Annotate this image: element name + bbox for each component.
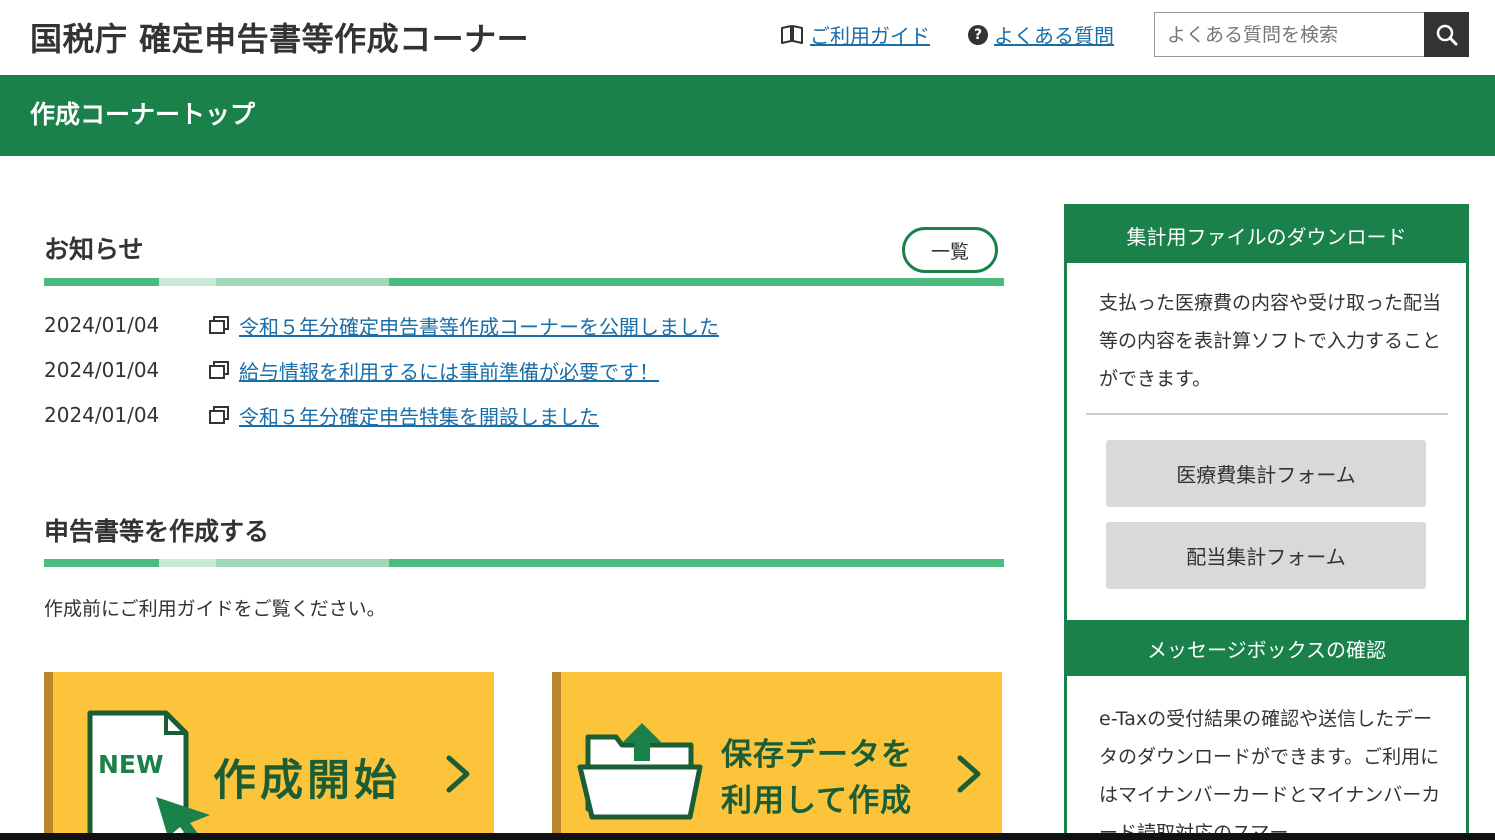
news-list-button[interactable]: 一覧 [902, 227, 998, 273]
site-header: 国税庁 確定申告書等作成コーナー ご利用ガイド ? よくある質問 [0, 0, 1495, 75]
dividend-form-button[interactable]: 配当集計フォーム [1106, 522, 1426, 589]
new-window-icon [209, 361, 229, 379]
news-section-divider [44, 278, 1004, 286]
news-link[interactable]: 給与情報を利用するには事前準備が必要です！ [239, 356, 659, 385]
sidebar-panel: 集計用ファイルのダウンロード 支払った医療費の内容や受け取った配当等の内容を表計… [1064, 204, 1469, 840]
create-section-title: 申告書等を作成する [44, 517, 270, 546]
guide-link-label[interactable]: ご利用ガイド [810, 20, 930, 49]
messagebox-description: e-Taxの受付結果の確認や送信したデータのダウンロードができます。ご利用にはマ… [1099, 708, 1441, 840]
news-item: 2024/01/04 令和５年分確定申告特集を開設しました [44, 400, 599, 430]
search-button[interactable] [1424, 12, 1469, 57]
panel-divider [1086, 413, 1448, 415]
search-icon [1436, 24, 1457, 45]
chevron-right-icon [446, 755, 470, 793]
bottom-edge [0, 833, 1495, 840]
chevron-right-icon [957, 755, 981, 793]
create-section-divider [44, 559, 1004, 567]
messagebox-panel-title: メッセージボックスの確認 [1067, 620, 1466, 676]
news-section-title: お知らせ [44, 235, 144, 264]
start-new-button[interactable]: NEW 作成開始 [44, 672, 494, 840]
faq-link-label[interactable]: よくある質問 [994, 20, 1114, 49]
news-date: 2024/01/04 [44, 358, 160, 382]
use-saved-data-line1: 保存データを [721, 737, 913, 773]
new-document-icon: NEW [87, 710, 210, 840]
guide-link[interactable]: ご利用ガイド [780, 20, 930, 49]
news-item: 2024/01/04 給与情報を利用するには事前準備が必要です！ [44, 355, 659, 385]
faq-link[interactable]: ? よくある質問 [968, 20, 1114, 49]
download-description: 支払った医療費の内容や受け取った配当等の内容を表計算ソフトで入力することができま… [1099, 292, 1442, 390]
medical-expense-form-button[interactable]: 医療費集計フォーム [1106, 440, 1426, 507]
new-badge-text: NEW [98, 750, 164, 779]
create-guide-text: 作成前にご利用ガイドをご覧ください。 [44, 598, 386, 620]
use-saved-data-line2: 利用して作成 [721, 783, 913, 819]
folder-upload-icon [577, 723, 703, 820]
news-item: 2024/01/04 令和５年分確定申告書等作成コーナーを公開しました [44, 310, 719, 340]
page-heading-bar: 作成コーナートップ [0, 75, 1495, 156]
new-window-icon [209, 316, 229, 334]
search-box [1154, 12, 1469, 57]
book-icon [781, 24, 803, 44]
start-new-label: 作成開始 [213, 756, 401, 806]
download-panel-title: 集計用ファイルのダウンロード [1067, 207, 1466, 263]
news-date: 2024/01/04 [44, 313, 160, 337]
use-saved-data-button[interactable]: 保存データを 利用して作成 [552, 672, 1002, 840]
new-window-icon [209, 406, 229, 424]
question-icon: ? [968, 24, 988, 45]
news-link[interactable]: 令和５年分確定申告書等作成コーナーを公開しました [239, 311, 719, 340]
news-link[interactable]: 令和５年分確定申告特集を開設しました [239, 401, 599, 430]
page-title: 作成コーナートップ [30, 100, 256, 129]
news-date: 2024/01/04 [44, 403, 160, 427]
site-title[interactable]: 国税庁 確定申告書等作成コーナー [30, 14, 529, 60]
use-saved-data-label: 保存データを 利用して作成 [721, 732, 913, 824]
search-input[interactable] [1154, 12, 1424, 57]
